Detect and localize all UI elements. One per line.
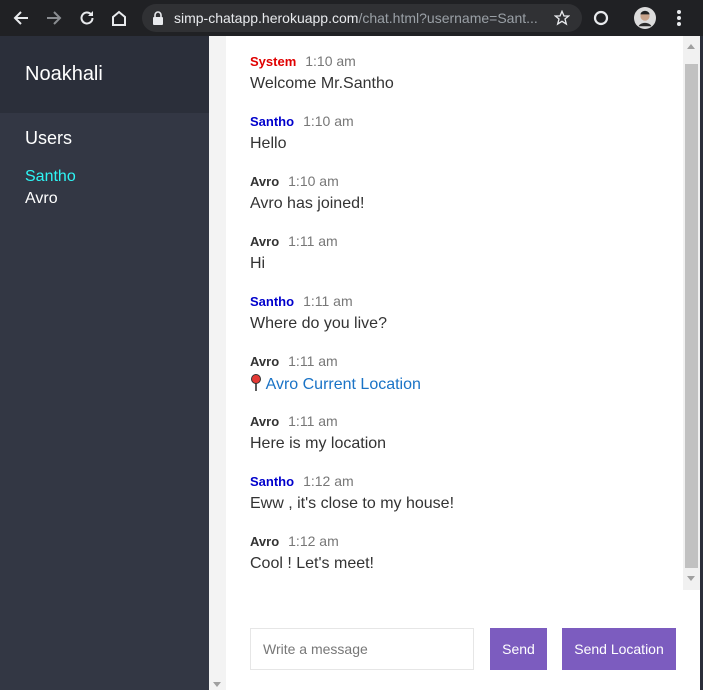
message-time: 1:11 am [303,293,353,309]
message-author: Santho [250,114,295,129]
kebab-menu-icon[interactable] [668,7,690,29]
sidebar-scroll-down-arrow[interactable] [213,682,221,687]
profile-avatar[interactable] [634,7,656,29]
message: Santho 1:12 am Eww , it's close to my hou… [250,472,454,514]
message-text: Cool ! Let's meet! [250,555,374,572]
message-time: 1:10 am [288,173,339,189]
message: Avro 1:10 am Avro has joined! [250,172,364,214]
message-input[interactable] [250,628,474,670]
send-location-button[interactable]: Send Location [562,628,676,670]
message-author: Avro [250,354,280,369]
lock-icon [153,11,163,25]
message-time: 1:12 am [288,533,339,549]
message-author: Avro [250,174,280,189]
message: Santho 1:10 am Hello [250,112,354,154]
back-arrow-icon[interactable] [10,7,32,29]
message-time: 1:11 am [288,413,338,429]
message-author: Avro [250,534,280,549]
message-time: 1:11 am [288,233,338,249]
message-text: Avro has joined! [250,195,365,212]
message-text: Hi [250,255,266,272]
message: Avro 1:11 am Here is my location [250,412,386,454]
message: Avro 1:11 am Hi [250,232,338,274]
chat-scrollbar-thumb[interactable] [685,64,698,568]
forward-arrow-icon[interactable] [43,7,65,29]
message-author: Santho [250,294,295,309]
message-time: 1:10 am [303,113,354,129]
room-header: Noakhali [0,36,209,113]
message-author: System [250,54,297,69]
message-location: Avro Current Location [250,374,421,395]
reload-icon[interactable] [76,7,98,29]
location-link[interactable]: Avro Current Location [266,376,421,393]
message-author: Santho [250,474,295,489]
circle-extension-icon[interactable] [590,7,612,29]
room-title: Noakhali [25,63,103,85]
message: System 1:10 am Welcome Mr.Santho [250,52,394,94]
message-time: 1:12 am [303,473,354,489]
user-list-item-avro: Avro [25,190,58,207]
message-text: Hello [250,135,287,152]
scroll-down-arrow[interactable] [687,576,695,581]
message: Avro 1:12 am Cool ! Let's meet! [250,532,374,574]
message-text: Where do you live? [250,315,387,332]
sidebar-gutter [209,36,226,690]
send-button[interactable]: Send [490,628,547,670]
message-time: 1:10 am [305,53,356,69]
address-bar[interactable]: simp-chatapp.herokuapp.com/chat.html?use… [142,4,582,32]
browser-toolbar: simp-chatapp.herokuapp.com/chat.html?use… [0,0,703,36]
url-text: simp-chatapp.herokuapp.com/chat.html?use… [174,10,538,26]
location-pin-icon [251,374,261,391]
message-text: Welcome Mr.Santho [250,75,394,92]
message-text: Eww , it's close to my house! [250,495,455,512]
message-author: Avro [250,234,280,249]
message-text: Here is my location [250,435,387,452]
message: Santho 1:11 am Where do you live? [250,292,387,334]
message: Avro 1:11 am Avro Current Location [250,352,421,395]
message-author: Avro [250,414,280,429]
chat-messages: System 1:10 am Welcome Mr.Santho Santho 1:… [226,36,683,590]
message-time: 1:11 am [288,353,338,369]
sidebar: Noakhali Users Santho Avro [0,36,209,690]
scroll-up-arrow[interactable] [687,44,695,49]
star-icon[interactable] [554,10,570,26]
message-composer: Send Send Location [226,590,700,690]
user-list-item-santho: Santho [25,168,76,185]
users-heading: Users [25,128,73,148]
home-icon[interactable] [108,7,130,29]
